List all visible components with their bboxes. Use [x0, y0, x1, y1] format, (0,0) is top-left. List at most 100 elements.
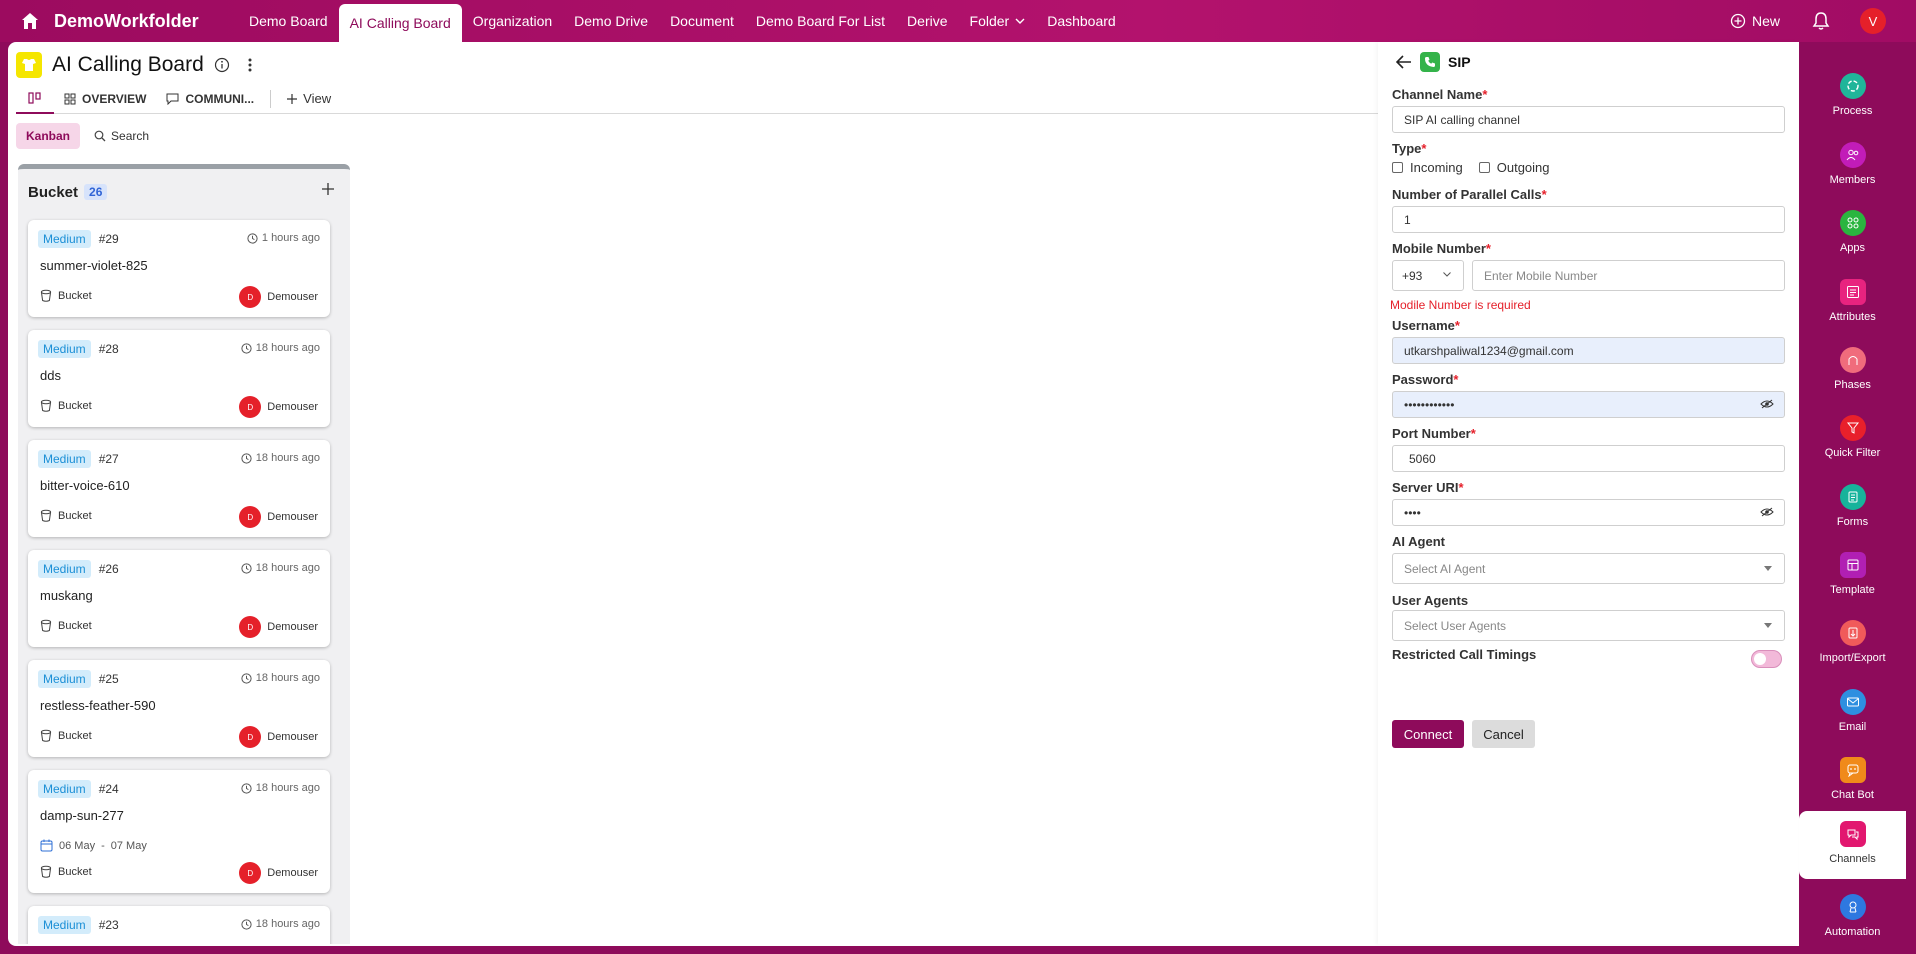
- sidebar-item-forms[interactable]: Forms: [1799, 474, 1906, 540]
- sidebar-item-automation[interactable]: Automation: [1799, 884, 1906, 950]
- cancel-button[interactable]: Cancel: [1472, 720, 1535, 748]
- tab-overview[interactable]: OVERVIEW: [54, 84, 156, 114]
- nav-tab-demo-board[interactable]: Demo Board: [238, 0, 339, 42]
- sidebar-item-process[interactable]: Process: [1799, 63, 1906, 129]
- add-card-icon[interactable]: [320, 181, 338, 199]
- bucket-icon: [40, 619, 52, 632]
- search-label: Search: [111, 129, 150, 143]
- type-label: Type*: [1392, 141, 1427, 156]
- incoming-checkbox[interactable]: Incoming: [1392, 160, 1463, 175]
- assignee-name: Demouser: [267, 867, 318, 879]
- eye-icon[interactable]: [1760, 507, 1774, 519]
- user-agents-select[interactable]: Select User Agents: [1392, 610, 1785, 641]
- info-icon[interactable]: [214, 57, 230, 73]
- card-time-text: 18 hours ago: [255, 918, 320, 930]
- clock-icon: [241, 452, 252, 464]
- column-header: Bucket 26: [18, 169, 350, 215]
- sidebar-item-label: Process: [1832, 105, 1873, 117]
- sidebar-item-members[interactable]: Members: [1799, 132, 1906, 198]
- tab-kanban-view[interactable]: [16, 84, 54, 114]
- sidebar-item-apps[interactable]: Apps: [1799, 200, 1906, 266]
- nav-tab-derive[interactable]: Derive: [896, 0, 958, 42]
- card-time-text: 18 hours ago: [255, 782, 320, 794]
- restricted-call-timings-label: Restricted Call Timings: [1392, 647, 1537, 662]
- ai-agent-select[interactable]: Select AI Agent: [1392, 553, 1785, 584]
- nav-tab-demo-drive[interactable]: Demo Drive: [563, 0, 659, 42]
- card-time-text: 18 hours ago: [255, 452, 320, 464]
- kanban-card[interactable]: Medium #26 18 hours ago muskang Bucket DD…: [28, 550, 330, 647]
- channel-name-input[interactable]: SIP AI calling channel: [1392, 106, 1785, 133]
- sidebar-item-attributes[interactable]: Attributes: [1799, 269, 1906, 335]
- back-arrow-icon[interactable]: [1396, 55, 1412, 69]
- nav-tab-dashboard[interactable]: Dashboard: [1036, 0, 1127, 42]
- avatar: D: [239, 396, 262, 418]
- sidebar-item-quick-filter[interactable]: Quick Filter: [1799, 405, 1906, 471]
- nav-tab-organization[interactable]: Organization: [462, 0, 563, 42]
- port-number-input[interactable]: 5060: [1392, 445, 1785, 472]
- calendar-icon: [40, 839, 53, 852]
- card-time: 18 hours ago: [241, 782, 320, 794]
- column-title: Bucket: [28, 183, 79, 201]
- checkbox-box[interactable]: [1478, 162, 1490, 173]
- sidebar-item-import-export[interactable]: Import/Export: [1799, 610, 1906, 676]
- kanban-card[interactable]: Medium #24 18 hours ago damp-sun-277 06 M…: [28, 770, 330, 893]
- parallel-calls-input[interactable]: 1: [1392, 206, 1785, 233]
- eye-icon[interactable]: [1760, 399, 1774, 411]
- bell-icon[interactable]: [1812, 11, 1832, 31]
- sidebar-item-email[interactable]: Email: [1799, 679, 1906, 745]
- nav-tab-demo-board-for-list[interactable]: Demo Board For List: [745, 0, 896, 42]
- connect-button[interactable]: Connect: [1392, 720, 1464, 748]
- brand[interactable]: DemoWorkfolder: [0, 0, 238, 42]
- username-input[interactable]: utkarshpaliwal1234@gmail.com: [1392, 337, 1785, 364]
- add-view-button[interactable]: View: [277, 84, 341, 114]
- sidebar-item-label: Forms: [1836, 516, 1869, 528]
- search-button[interactable]: Search: [94, 129, 149, 143]
- bucket-icon: [40, 399, 52, 412]
- username-label-text: Username: [1392, 318, 1455, 333]
- user-avatar[interactable]: V: [1860, 8, 1886, 34]
- nav-tab-ai-calling-board[interactable]: AI Calling Board: [338, 4, 462, 42]
- new-button[interactable]: New: [1730, 13, 1780, 29]
- type-options: Incoming Outgoing: [1392, 160, 1550, 175]
- brand-name: DemoWorkfolder: [54, 10, 199, 31]
- chevron-down-icon: [1015, 18, 1025, 24]
- card-bucket: Bucket: [40, 619, 92, 632]
- tab-communication[interactable]: COMMUNI...: [156, 84, 264, 114]
- parallel-calls-label: Number of Parallel Calls*: [1392, 187, 1547, 202]
- card-bucket: Bucket: [40, 729, 92, 742]
- user-agents-label: User Agents: [1392, 593, 1469, 608]
- kanban-card[interactable]: Medium #23 18 hours ago: [28, 906, 330, 944]
- home-icon[interactable]: [20, 11, 40, 31]
- server-uri-input[interactable]: ••••: [1392, 499, 1785, 526]
- sidebar-item-chat-bot[interactable]: Chat Bot: [1799, 747, 1906, 813]
- mobile-number-input[interactable]: Enter Mobile Number: [1472, 260, 1785, 291]
- sidebar-item-phases[interactable]: Phases: [1799, 337, 1906, 403]
- kanban-card[interactable]: Medium #28 18 hours ago dds Bucket D Demou…: [28, 330, 330, 427]
- nav-tab-folder[interactable]: Folder: [959, 0, 1037, 42]
- plus-circle-icon: [1730, 13, 1746, 29]
- sidebar-item-template[interactable]: Template: [1799, 542, 1906, 608]
- priority-badge: Medium: [38, 780, 91, 798]
- card-bucket: Bucket: [40, 865, 92, 878]
- country-code-select[interactable]: +93: [1392, 260, 1464, 291]
- outgoing-checkbox[interactable]: Outgoing: [1478, 160, 1550, 175]
- kanban-card[interactable]: Medium #25 18 hours ago restless-feather-…: [28, 660, 330, 757]
- kanban-button[interactable]: Kanban: [16, 123, 81, 149]
- password-input[interactable]: ••••••••••••: [1392, 391, 1785, 418]
- nav-tab-document[interactable]: Document: [659, 0, 745, 42]
- more-vertical-icon[interactable]: [242, 57, 258, 73]
- sidebar-item-channels[interactable]: Channels: [1799, 811, 1906, 879]
- restricted-call-timings-toggle[interactable]: [1751, 650, 1782, 668]
- date-end: 07 May: [110, 839, 147, 852]
- assignee-name: Demouser: [267, 511, 318, 523]
- card-assignee: D Demouser: [239, 726, 318, 748]
- kanban-card[interactable]: Medium #29 1 hours ago summer-violet-825 …: [28, 220, 330, 317]
- sidebar-item-label: Automation: [1824, 926, 1881, 938]
- checkbox-box[interactable]: [1392, 162, 1403, 173]
- kanban-card[interactable]: Medium #27 18 hours ago bitter-voice-610 …: [28, 440, 330, 537]
- channel-name-label-text: Channel Name: [1392, 87, 1483, 102]
- board-icon[interactable]: [16, 52, 42, 78]
- username-label: Username*: [1392, 318, 1460, 333]
- new-button-label: New: [1751, 13, 1780, 29]
- sidebar-item-label: Attributes: [1829, 311, 1876, 323]
